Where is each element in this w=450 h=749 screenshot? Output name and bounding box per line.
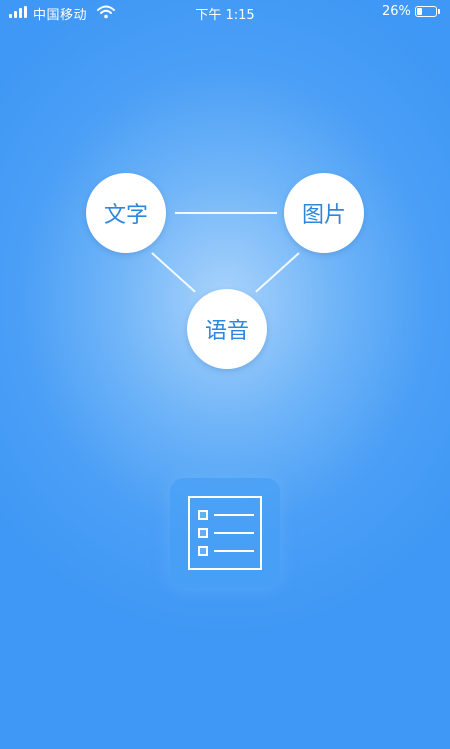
connector-image-voice (255, 252, 300, 293)
app-screen: 中国移动 下午 1:15 26% 文字 图片 语音 (0, 0, 450, 749)
node-image-label: 图片 (301, 203, 346, 228)
battery-level-fill (417, 8, 422, 15)
node-text-label: 文字 (103, 203, 148, 228)
node-voice[interactable]: 语音 (187, 289, 267, 369)
status-bar: 中国移动 下午 1:15 26% (0, 0, 450, 24)
list-icon-row (198, 528, 254, 538)
list-icon-row (198, 510, 254, 520)
node-text[interactable]: 文字 (86, 173, 166, 253)
connector-text-image (175, 212, 277, 214)
list-icon-row (198, 546, 254, 556)
battery-icon (415, 6, 437, 17)
node-image[interactable]: 图片 (284, 173, 364, 253)
node-voice-label: 语音 (204, 319, 249, 344)
battery-percentage: 26% (382, 4, 411, 19)
connector-text-voice (151, 252, 196, 293)
list-icon[interactable] (188, 496, 262, 570)
battery-tip (438, 9, 440, 14)
